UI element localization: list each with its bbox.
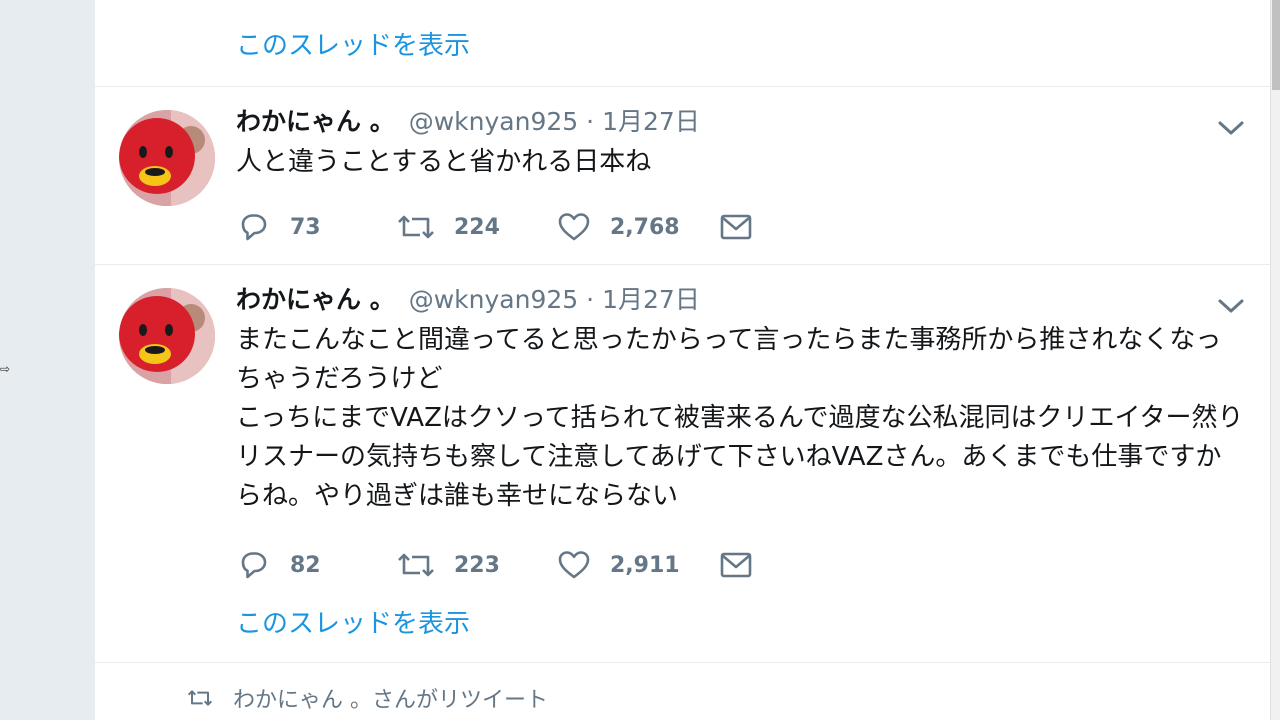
heart-icon [558, 551, 590, 579]
retweet-icon [187, 690, 213, 706]
divider [95, 86, 1270, 87]
retweet-count: 224 [454, 214, 500, 240]
divider [95, 662, 1270, 663]
reply-count: 82 [290, 552, 321, 578]
avatar[interactable] [119, 288, 215, 384]
reply-button[interactable]: 73 [236, 209, 321, 245]
display-name[interactable]: わかにゃん 。 [236, 285, 395, 314]
like-count: 2,911 [610, 552, 680, 578]
retweet-context-label[interactable]: わかにゃん 。さんがリツイート [233, 682, 548, 714]
tweet-text: またこんなこと間違ってると思ったからって言ったらまた事務所から推されなくなっちゃ… [236, 325, 1244, 511]
separator: · [586, 285, 595, 314]
show-thread-link[interactable]: このスレッドを表示 [236, 30, 470, 62]
dm-button[interactable] [718, 209, 754, 245]
tweet-header: わかにゃん 。 @wknyan925 · 1月27日 [236, 284, 700, 316]
retweet-icon [398, 215, 434, 239]
divider [95, 264, 1270, 265]
chevron-down-icon[interactable] [1217, 296, 1245, 316]
user-handle[interactable]: @wknyan925 [409, 285, 578, 314]
user-handle[interactable]: @wknyan925 [409, 107, 578, 136]
envelope-icon [720, 214, 752, 240]
reply-button[interactable]: 82 [236, 547, 321, 583]
reply-icon [241, 552, 267, 579]
reply-count: 73 [290, 214, 321, 240]
like-button[interactable]: 2,911 [556, 547, 680, 583]
timestamp[interactable]: 1月27日 [602, 107, 700, 136]
scrollbar[interactable] [1270, 0, 1280, 720]
timeline: このスレッドを表示 わかにゃん 。 @wknyan925 · 1月27日 人と違うこと… [95, 0, 1270, 720]
like-count: 2,768 [610, 214, 680, 240]
separator: · [586, 107, 595, 136]
mouse-cursor: ⇨ [0, 362, 11, 376]
like-button[interactable]: 2,768 [556, 209, 680, 245]
scrollbar-thumb[interactable] [1272, 0, 1280, 90]
tweet-header: わかにゃん 。 @wknyan925 · 1月27日 [236, 106, 700, 138]
retweet-button[interactable]: 223 [396, 547, 500, 583]
retweet-button[interactable]: 224 [396, 209, 500, 245]
avatar[interactable] [119, 110, 215, 206]
heart-icon [558, 213, 590, 241]
timestamp[interactable]: 1月27日 [602, 285, 700, 314]
dm-button[interactable] [718, 547, 754, 583]
reply-icon [241, 214, 267, 241]
retweet-count: 223 [454, 552, 500, 578]
retweet-icon [398, 553, 434, 577]
envelope-icon [720, 552, 752, 578]
display-name[interactable]: わかにゃん 。 [236, 107, 395, 136]
retweet-context: わかにゃん 。さんがリツイート [185, 682, 548, 714]
show-thread-link[interactable]: このスレッドを表示 [236, 608, 470, 640]
tweet-text: 人と違うことすると省かれる日本ね [236, 147, 652, 177]
chevron-down-icon[interactable] [1217, 118, 1245, 138]
